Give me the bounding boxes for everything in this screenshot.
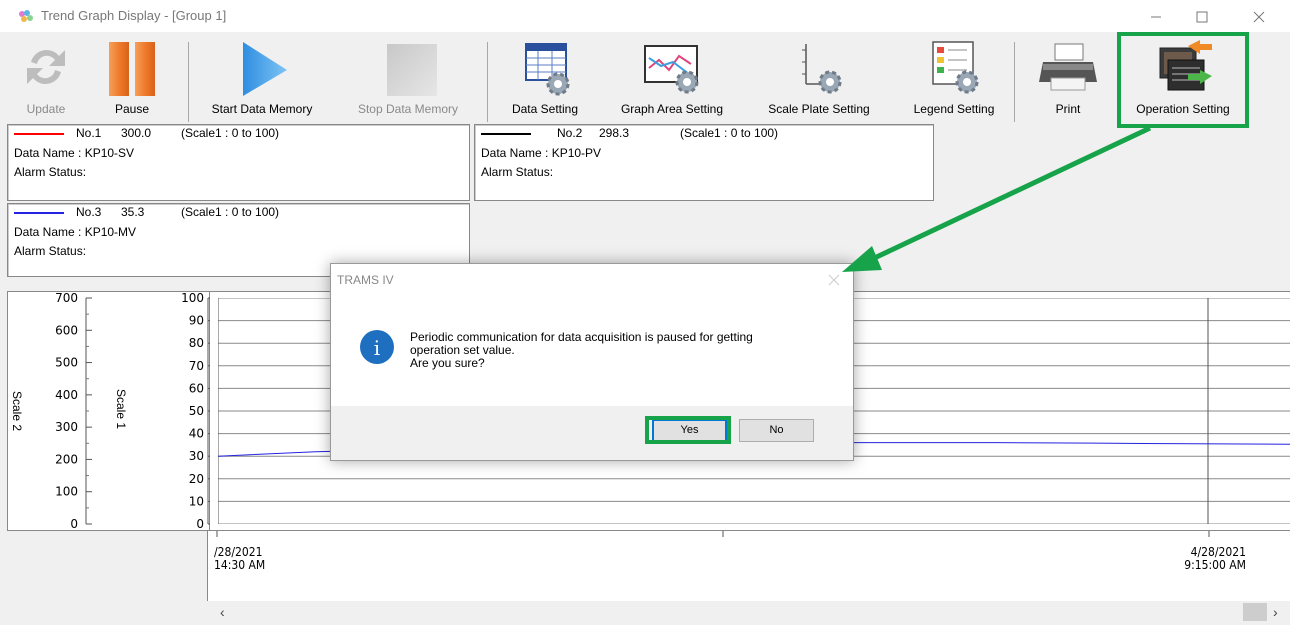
legend-3-alarm-status: Alarm Status: xyxy=(14,244,87,258)
scale-1-tick-label: 60 xyxy=(189,381,204,395)
scroll-right-icon[interactable]: › xyxy=(1273,604,1278,620)
legend-3-scale: (Scale1 : 0 to 100) xyxy=(181,205,280,219)
operation-setting-highlight xyxy=(1117,32,1249,128)
scale-1-tick-label: 80 xyxy=(189,336,204,350)
dialog-message: Periodic communication for data acquisit… xyxy=(410,330,753,370)
graph-area-setting-label: Graph Area Setting xyxy=(620,102,724,116)
toolbar-separator xyxy=(188,42,189,122)
close-icon xyxy=(1253,11,1265,23)
scale-1-tick-label: 70 xyxy=(189,359,204,373)
scale-2-tick-label: 700 xyxy=(55,292,78,305)
close-button[interactable] xyxy=(1236,0,1282,32)
info-icon: i xyxy=(360,330,394,364)
horizontal-scrollbar[interactable]: ‹ › xyxy=(207,601,1290,625)
series-1-swatch xyxy=(14,133,64,135)
data-table-gear-icon xyxy=(525,43,570,96)
print-button[interactable]: Print xyxy=(1026,32,1110,122)
scale-1-tick-label: 90 xyxy=(189,314,204,328)
legend-panel-2[interactable]: No.2 298.3 (Scale1 : 0 to 100) Data Name… xyxy=(474,124,934,201)
legend-3-no: No.3 xyxy=(76,205,102,219)
legend-2-alarm-status: Alarm Status: xyxy=(481,165,554,179)
scale-1-tick-label: 40 xyxy=(189,427,204,441)
legend-2-value: 298.3 xyxy=(599,126,630,140)
scale-1-tick-label: 30 xyxy=(189,449,204,463)
time-ticks xyxy=(216,531,1210,537)
scale-1-tick-label: 50 xyxy=(189,404,204,418)
stop-data-memory-label: Stop Data Memory xyxy=(357,102,459,116)
scale-1-tick-label: 10 xyxy=(189,494,204,508)
time-axis-area: /28/2021 14:30 AM 4/28/2021 9:15:00 AM xyxy=(207,531,1290,601)
dialog-title: TRAMS IV xyxy=(337,273,394,287)
maximize-button[interactable] xyxy=(1179,0,1225,32)
close-icon[interactable] xyxy=(827,273,841,287)
legend-2-data-name: Data Name : KP10-PV xyxy=(481,146,602,160)
scroll-left-icon[interactable]: ‹ xyxy=(220,604,225,620)
toolbar-separator xyxy=(487,42,488,122)
scale-2-tick-label: 500 xyxy=(55,356,78,370)
stop-icon xyxy=(387,44,437,96)
pause-button[interactable]: Pause xyxy=(100,32,164,122)
legend-1-no: No.1 xyxy=(76,126,102,140)
yes-button-highlight xyxy=(645,416,731,444)
stop-data-memory-button[interactable]: Stop Data Memory xyxy=(340,32,476,122)
scale-gear-icon xyxy=(802,44,842,94)
legend-gear-icon xyxy=(932,41,979,94)
scale-axis-panel: Scale 2 Scale 1 700 600 500 400 300 200 100 0 10… xyxy=(8,292,210,530)
legend-panel-1[interactable]: No.1 300.0 (Scale1 : 0 to 100) Data Name… xyxy=(7,124,470,201)
legend-3-value: 35.3 xyxy=(121,205,145,219)
scroll-thumb[interactable] xyxy=(1243,603,1267,621)
no-button[interactable]: No xyxy=(739,419,814,442)
pause-label: Pause xyxy=(114,102,150,116)
series-2-swatch xyxy=(481,133,531,135)
update-label: Update xyxy=(26,102,66,116)
legend-3-data-name: Data Name : KP10-MV xyxy=(14,225,137,239)
minimize-icon xyxy=(1151,16,1161,18)
maximize-icon xyxy=(1196,11,1208,23)
confirm-dialog: TRAMS IV i Periodic communication for da… xyxy=(330,263,854,461)
graph-area-setting-button[interactable]: Graph Area Setting xyxy=(603,32,741,122)
toolbar-separator xyxy=(1014,42,1015,122)
toolbar: Update Pause Start Data Memory Stop Data… xyxy=(0,32,1290,122)
series-3-swatch xyxy=(14,212,64,214)
legend-1-alarm-status: Alarm Status: xyxy=(14,165,87,179)
pause-icon xyxy=(109,42,155,96)
app-icon xyxy=(19,10,33,22)
scale-axis-svg: 7006005004003002001000100908070605040302… xyxy=(55,292,210,530)
scale-plate-setting-button[interactable]: Scale Plate Setting xyxy=(751,32,887,122)
window-title: Trend Graph Display - [Group 1] xyxy=(41,8,227,23)
scale-2-tick-label: 200 xyxy=(55,452,78,466)
scale-2-tick-label: 100 xyxy=(55,485,78,499)
scale-1-tick-label: 20 xyxy=(189,472,204,486)
legend-2-scale: (Scale1 : 0 to 100) xyxy=(680,126,779,140)
data-setting-label: Data Setting xyxy=(511,102,579,116)
play-icon xyxy=(243,42,287,96)
update-button[interactable]: Update xyxy=(10,32,82,122)
scale-2-tick-label: 300 xyxy=(55,420,78,434)
scale-1-tick-label: 100 xyxy=(181,292,204,305)
time-label-left: /28/2021 14:30 AM xyxy=(214,545,266,572)
scale-2-tick-label: 0 xyxy=(70,517,78,530)
minimize-button[interactable] xyxy=(1133,0,1179,32)
legend-1-scale: (Scale1 : 0 to 100) xyxy=(181,126,280,140)
legend-2-no: No.2 xyxy=(557,126,583,140)
title-bar: Trend Graph Display - [Group 1] xyxy=(0,0,1290,32)
scale-2-tick-label: 600 xyxy=(55,323,78,337)
scale-1-tick-label: 0 xyxy=(196,517,204,530)
printer-icon xyxy=(1039,43,1097,91)
scale-2-tick-label: 400 xyxy=(55,388,78,402)
refresh-icon xyxy=(27,49,65,85)
data-setting-button[interactable]: Data Setting xyxy=(496,32,594,122)
scale-plate-setting-label: Scale Plate Setting xyxy=(768,102,870,116)
print-label: Print xyxy=(1055,102,1081,116)
legend-setting-button[interactable]: Legend Setting xyxy=(898,32,1010,122)
graph-gear-icon xyxy=(644,45,699,94)
start-data-memory-label: Start Data Memory xyxy=(211,102,313,116)
start-data-memory-button[interactable]: Start Data Memory xyxy=(196,32,328,122)
legend-setting-label: Legend Setting xyxy=(913,102,995,116)
trend-graph-window: Trend Graph Display - [Group 1] Update P… xyxy=(0,0,1290,625)
time-label-right: 4/28/2021 9:15:00 AM xyxy=(1184,545,1246,572)
legend-1-value: 300.0 xyxy=(121,126,152,140)
legend-1-data-name: Data Name : KP10-SV xyxy=(14,146,135,160)
